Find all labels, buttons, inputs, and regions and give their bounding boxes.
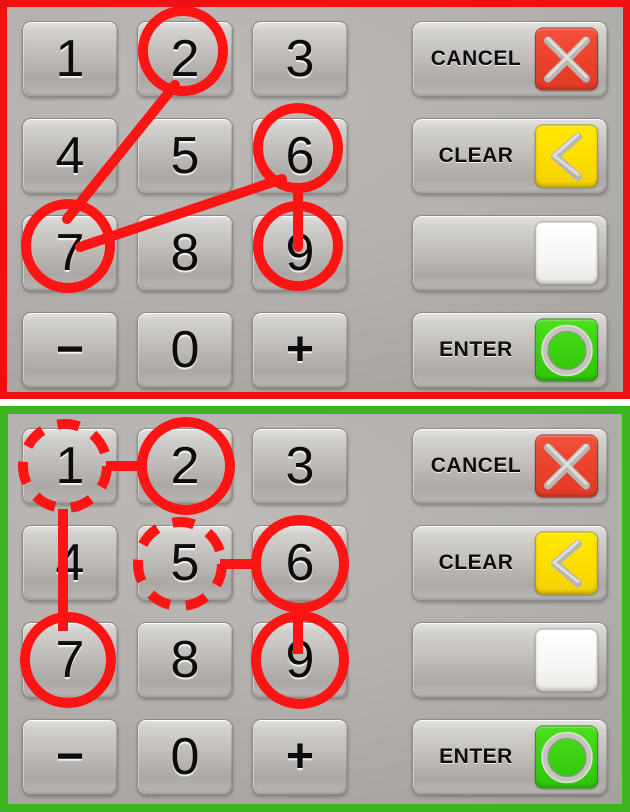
key-label: 5 [170, 127, 200, 185]
x-mark-icon [535, 27, 598, 91]
key-label: 8 [170, 631, 200, 689]
key-label: 7 [55, 224, 85, 282]
key-9[interactable]: 9 [252, 622, 348, 698]
blank-square-icon [535, 221, 598, 285]
key-label: 1 [55, 437, 85, 495]
key-5[interactable]: 5 [137, 118, 233, 194]
key-label: 0 [170, 321, 200, 379]
key-label: − [55, 323, 85, 376]
key-9[interactable]: 9 [252, 215, 348, 291]
key-label: 2 [170, 30, 200, 88]
key-5[interactable]: 5 [137, 525, 233, 601]
key-label: 8 [170, 224, 200, 282]
key-2[interactable]: 2 [137, 428, 233, 504]
key-6[interactable]: 6 [252, 525, 348, 601]
key-0[interactable]: 0 [137, 719, 233, 795]
cancel-button[interactable]: CANCEL [412, 428, 608, 504]
key-label: 9 [285, 631, 315, 689]
key-minus[interactable]: − [22, 312, 118, 388]
enter-button-label: ENTER [439, 338, 513, 361]
key-0[interactable]: 0 [137, 312, 233, 388]
key-6[interactable]: 6 [252, 118, 348, 194]
clear-button-label: CLEAR [438, 144, 514, 167]
cancel-button-label: CANCEL [430, 454, 522, 477]
key-label: 6 [285, 127, 315, 185]
x-mark-icon [535, 434, 598, 498]
keypad-surface-top: 1 2 3 4 5 6 7 8 9 − 0 + CANCEL CLEAR ENT… [7, 7, 623, 392]
blank-button[interactable] [412, 622, 608, 698]
blank-button[interactable] [412, 215, 608, 291]
key-8[interactable]: 8 [137, 622, 233, 698]
key-plus[interactable]: + [252, 312, 348, 388]
key-label: 6 [285, 534, 315, 592]
key-3[interactable]: 3 [252, 428, 348, 504]
key-label: 4 [55, 127, 85, 185]
key-label: 3 [285, 437, 315, 495]
clear-button[interactable]: CLEAR [412, 118, 608, 194]
clear-button-label: CLEAR [438, 551, 514, 574]
key-label: 5 [170, 534, 200, 592]
keypad-surface-bottom: 1 2 3 4 5 6 7 8 9 − 0 + CANCEL CLEAR ENT… [8, 414, 622, 804]
key-plus[interactable]: + [252, 719, 348, 795]
circle-icon [535, 725, 598, 789]
key-4[interactable]: 4 [22, 525, 118, 601]
enter-button-label: ENTER [439, 745, 513, 768]
key-4[interactable]: 4 [22, 118, 118, 194]
key-2[interactable]: 2 [137, 21, 233, 97]
chevron-left-icon [535, 531, 598, 595]
key-label: 0 [170, 728, 200, 786]
key-label: 1 [55, 30, 85, 88]
key-1[interactable]: 1 [22, 21, 118, 97]
circle-icon [535, 318, 598, 382]
key-minus[interactable]: − [22, 719, 118, 795]
key-label: 4 [55, 534, 85, 592]
screenshot-stage: 1 2 3 4 5 6 7 8 9 − 0 + CANCEL CLEAR ENT… [0, 0, 630, 812]
enter-button[interactable]: ENTER [412, 312, 608, 388]
key-1[interactable]: 1 [22, 428, 118, 504]
key-3[interactable]: 3 [252, 21, 348, 97]
cancel-button-label: CANCEL [430, 47, 522, 70]
key-7[interactable]: 7 [22, 215, 118, 291]
chevron-left-icon [535, 124, 598, 188]
key-8[interactable]: 8 [137, 215, 233, 291]
clear-button[interactable]: CLEAR [412, 525, 608, 601]
key-label: 3 [285, 30, 315, 88]
key-label: 2 [170, 437, 200, 495]
key-label: + [285, 730, 315, 783]
cancel-button[interactable]: CANCEL [412, 21, 608, 97]
key-label: 9 [285, 224, 315, 282]
key-7[interactable]: 7 [22, 622, 118, 698]
key-label: 7 [55, 631, 85, 689]
keypad-panel-top: 1 2 3 4 5 6 7 8 9 − 0 + CANCEL CLEAR ENT… [0, 0, 630, 399]
key-label: − [55, 730, 85, 783]
enter-button[interactable]: ENTER [412, 719, 608, 795]
keypad-panel-bottom: 1 2 3 4 5 6 7 8 9 − 0 + CANCEL CLEAR ENT… [0, 406, 630, 812]
key-label: + [285, 323, 315, 376]
blank-square-icon [535, 628, 598, 692]
